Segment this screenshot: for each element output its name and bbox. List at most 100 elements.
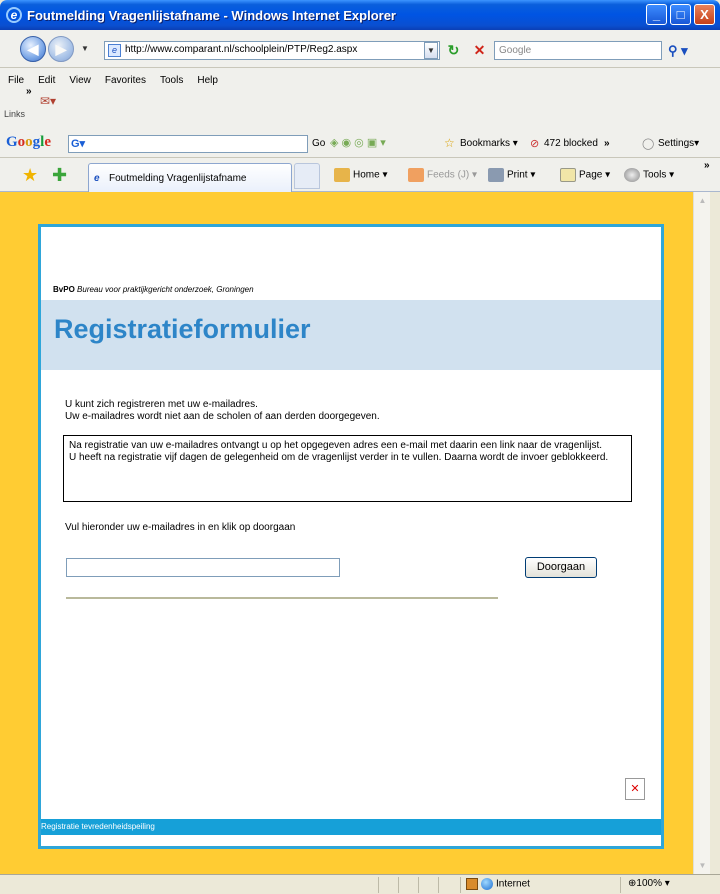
tab-title: Foutmelding Vragenlijstafname: [109, 173, 247, 184]
intro-line-2: Uw e-mailadres wordt niet aan de scholen…: [65, 411, 380, 422]
page-footer: Registratie tevredenheidspeiling: [41, 819, 661, 835]
status-divider: [620, 877, 621, 893]
feeds-button[interactable]: Feeds (J) ▾: [408, 168, 477, 182]
maximize-button[interactable]: □: [670, 4, 691, 25]
tab-favicon-icon: e: [94, 173, 100, 184]
ie-logo-icon: e: [6, 7, 22, 23]
email-field[interactable]: [66, 558, 340, 577]
right-frame: [710, 192, 720, 874]
menu-bar: File Edit View Favorites Tools Help: [8, 75, 218, 86]
settings-icon: ◯: [642, 138, 655, 150]
page-favicon-icon: e: [108, 44, 121, 57]
security-zone[interactable]: Internet: [466, 878, 530, 890]
close-button[interactable]: X: [694, 4, 715, 25]
notice-line-1: Na registratie van uw e-mailadres ontvan…: [69, 440, 603, 451]
org-name: Bureau voor praktijkgericht onderzoek, G…: [77, 285, 254, 294]
bookmarks-button[interactable]: Bookmarks ▾: [460, 138, 518, 149]
menu-tools[interactable]: Tools: [160, 75, 183, 86]
notice-line-2: U heeft na registratie vijf dagen de gel…: [69, 452, 609, 463]
page-title: Registratieformulier: [54, 314, 311, 344]
tab-active[interactable]: e Foutmelding Vragenlijstafname: [88, 163, 292, 192]
print-label: Print: [507, 169, 528, 181]
feeds-icon: [408, 168, 424, 182]
scroll-up-icon[interactable]: ▲: [695, 193, 710, 208]
menu-view[interactable]: View: [69, 75, 91, 86]
status-divider: [398, 877, 399, 893]
menu-file[interactable]: File: [8, 75, 24, 86]
page-label: Page: [579, 169, 603, 181]
menu-help[interactable]: Help: [197, 75, 218, 86]
back-button[interactable]: ◀: [20, 36, 46, 62]
new-tab-button[interactable]: [294, 163, 320, 189]
links-label: Links: [4, 109, 26, 119]
links-item-icon[interactable]: ✉▾: [40, 94, 58, 110]
page-icon: [560, 168, 576, 182]
favorites-center-icon[interactable]: ★: [22, 165, 38, 185]
bookmarks-label: Bookmarks: [460, 138, 511, 149]
divider: [66, 597, 498, 599]
status-divider: [460, 877, 461, 893]
left-frame: [0, 192, 16, 874]
org-abbr: BvPO: [53, 285, 75, 294]
minimize-button[interactable]: _: [646, 4, 667, 25]
intro-line-1: U kunt zich registreren met uw e-mailadr…: [65, 399, 258, 410]
broken-image-icon: ✕: [625, 778, 645, 800]
notice-box: Na registratie van uw e-mailadres ontvan…: [63, 435, 632, 502]
bookmarks-star-icon: ☆: [444, 136, 455, 150]
organization-line: BvPO Bureau voor praktijkgericht onderzo…: [53, 285, 254, 294]
links-chevron-icon[interactable]: »: [26, 86, 32, 97]
settings-label: Settings: [658, 138, 695, 149]
address-dropdown-icon[interactable]: ▼: [424, 42, 438, 59]
add-favorites-icon[interactable]: ✚: [52, 165, 67, 185]
tools-gear-icon: [624, 168, 640, 182]
popup-blocked-count[interactable]: 472 blocked: [544, 138, 598, 149]
google-go-button[interactable]: Go: [312, 138, 325, 149]
google-g-icon: G▾: [71, 138, 86, 150]
heading-banner: Registratieformulier: [41, 300, 661, 370]
search-icon[interactable]: ⚲ ▾: [668, 41, 708, 60]
feeds-label: Feeds (J): [427, 169, 470, 181]
toolbar-buttons-icon[interactable]: ◈ ◉ ◎ ▣ ▾: [330, 136, 386, 149]
window-titlebar: e Foutmelding Vragenlijstafname - Window…: [0, 0, 720, 30]
tools-label: Tools: [643, 169, 667, 181]
page-viewport: BvPO Bureau voor praktijkgericht onderzo…: [16, 192, 693, 874]
tools-menu-button[interactable]: Tools ▾: [624, 168, 674, 182]
refresh-icon[interactable]: ↻: [444, 41, 463, 60]
google-logo: Google: [6, 134, 52, 150]
doorgaan-button[interactable]: Doorgaan: [525, 557, 597, 578]
internet-zone-icon: [481, 878, 493, 890]
stop-icon[interactable]: ✕: [470, 41, 489, 60]
forward-button[interactable]: ▶: [48, 36, 74, 62]
tab-toolbar: ★ ✚ e Foutmelding Vragenlijstafname Home…: [0, 158, 720, 192]
print-button[interactable]: Print ▾: [488, 168, 535, 182]
protected-mode-icon: [466, 878, 478, 890]
google-toolbar: Google G▾ Go ◈ ◉ ◎ ▣ ▾ ☆ Bookmarks ▾ ⊘ 4…: [0, 130, 720, 158]
status-divider: [438, 877, 439, 893]
history-dropdown-icon[interactable]: ▼: [78, 41, 92, 58]
command-overflow-icon[interactable]: »: [704, 160, 710, 171]
address-toolbar: ◀ ▶ ▼ e http://www.comparant.nl/schoolpl…: [0, 30, 720, 68]
zoom-control[interactable]: ⊕100% ▾: [628, 878, 670, 889]
address-url: http://www.comparant.nl/schoolplein/PTP/…: [125, 44, 358, 55]
status-divider: [378, 877, 379, 893]
status-bar: Internet ⊕100% ▾: [0, 874, 720, 894]
vertical-scrollbar[interactable]: ▲ ▼: [693, 192, 710, 874]
menu-edit[interactable]: Edit: [38, 75, 55, 86]
toolbar-overflow-icon[interactable]: »: [604, 138, 610, 149]
zoom-level: 100%: [636, 878, 662, 889]
scroll-down-icon[interactable]: ▼: [695, 858, 710, 873]
registration-page: BvPO Bureau voor praktijkgericht onderzo…: [38, 224, 664, 849]
home-button[interactable]: Home ▾: [334, 168, 388, 182]
email-instruction: Vul hieronder uw e-mailadres in en klik …: [65, 522, 296, 533]
address-input[interactable]: e http://www.comparant.nl/schoolplein/PT…: [104, 41, 440, 60]
page-menu-button[interactable]: Page ▾: [560, 168, 610, 182]
print-icon: [488, 168, 504, 182]
search-input[interactable]: Google: [494, 41, 662, 60]
menu-favorites[interactable]: Favorites: [105, 75, 146, 86]
popup-blocker-icon: ⊘: [530, 138, 540, 150]
settings-button[interactable]: Settings▾: [658, 138, 699, 149]
intro-text: U kunt zich registreren met uw e-mailadr…: [65, 399, 380, 423]
home-label: Home: [353, 169, 380, 181]
google-search-input[interactable]: G▾: [68, 135, 308, 153]
home-icon: [334, 168, 350, 182]
